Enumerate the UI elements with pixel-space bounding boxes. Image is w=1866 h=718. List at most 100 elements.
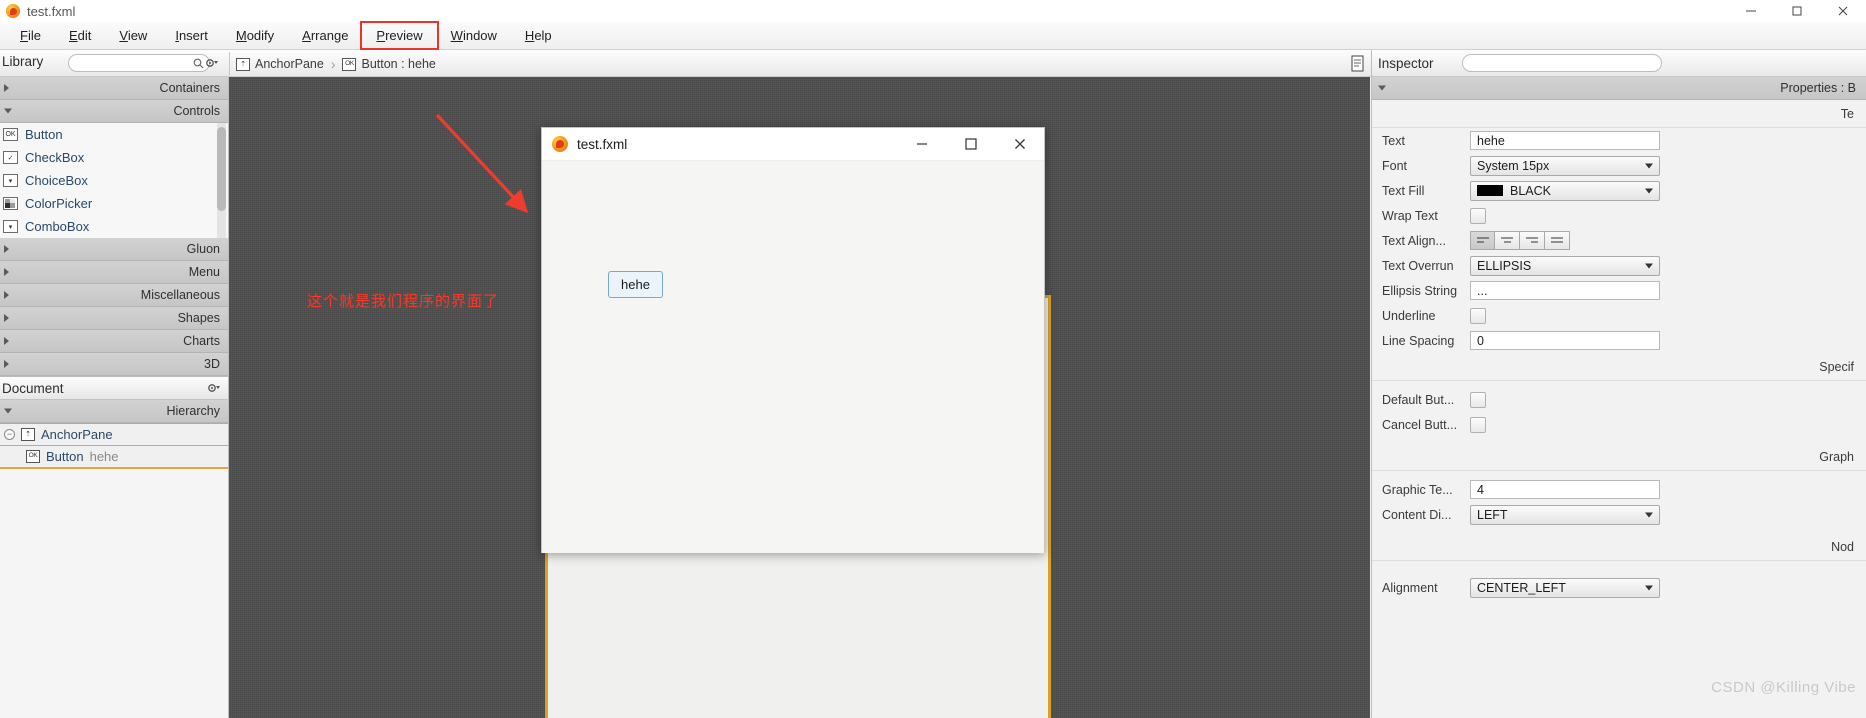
library-item-checkbox[interactable]: ✓ CheckBox — [0, 146, 228, 169]
prop-field-alignment[interactable]: CENTER_LEFT — [1470, 577, 1660, 598]
library-section-charts[interactable]: Charts — [0, 330, 228, 353]
library-section-miscellaneous[interactable]: Miscellaneous — [0, 284, 228, 307]
prop-field-font[interactable]: System 15px — [1470, 155, 1660, 176]
menu-insert[interactable]: Insert — [161, 24, 222, 47]
prop-field-ellipsis-string[interactable]: ... — [1470, 281, 1660, 300]
menu-help[interactable]: Help — [511, 24, 566, 47]
library-section-miscellaneous-label: Miscellaneous — [140, 288, 220, 302]
prop-row-alignment: Alignment CENTER_LEFT — [1372, 575, 1866, 600]
library-item-combobox[interactable]: ▾ ComboBox — [0, 215, 228, 238]
prop-label-line-spacing: Line Spacing — [1382, 333, 1455, 348]
colorpicker-icon — [3, 197, 18, 210]
prop-field-line-spacing[interactable]: 0 — [1470, 331, 1660, 350]
library-scrollbar-thumb[interactable] — [217, 127, 226, 211]
prop-row-content-display: Content Di... LEFT — [1372, 502, 1866, 527]
menu-edit[interactable]: Edit — [55, 24, 105, 47]
close-icon[interactable] — [1820, 0, 1866, 22]
library-section-controls[interactable]: Controls — [0, 100, 228, 123]
prop-label-graphic-text-gap: Graphic Te... — [1382, 482, 1453, 497]
tree-anchorpane-label: AnchorPane — [41, 427, 113, 442]
tree-row-anchorpane[interactable]: − ⇡ AnchorPane — [0, 423, 228, 445]
preview-maximize-icon[interactable] — [946, 128, 995, 161]
prop-checkbox-default-button[interactable] — [1470, 391, 1486, 408]
menu-view[interactable]: View — [105, 24, 161, 47]
breadcrumb: ⇡ AnchorPane › OK Button : hehe — [236, 54, 436, 74]
library-section-shapes[interactable]: Shapes — [0, 307, 228, 330]
watermark: CSDN @Killing Vibe — [1711, 679, 1856, 696]
prop-row-wrap-text: Wrap Text — [1372, 203, 1866, 228]
minimize-icon[interactable] — [1728, 0, 1774, 22]
library-section-shapes-label: Shapes — [177, 311, 220, 325]
collapse-icon[interactable]: − — [4, 429, 15, 440]
maximize-icon[interactable] — [1774, 0, 1820, 22]
prop-field-text-fill[interactable]: BLACK — [1470, 180, 1660, 201]
tree-button-label: Button — [46, 449, 84, 464]
breadcrumb-separator: › — [330, 56, 336, 72]
prop-field-text[interactable]: hehe — [1470, 131, 1660, 150]
menu-arrange[interactable]: Arrange — [288, 24, 362, 47]
library-item-choicebox[interactable]: ▾ ChoiceBox — [0, 169, 228, 192]
menu-modify[interactable]: Modify — [222, 24, 288, 47]
library-section-3d[interactable]: 3D — [0, 353, 228, 376]
prop-field-text-overrun[interactable]: ELLIPSIS — [1470, 255, 1660, 276]
ok-icon: OK — [26, 450, 40, 463]
align-left-icon[interactable] — [1470, 231, 1495, 250]
prop-row-text-fill: Text Fill BLACK — [1372, 178, 1866, 203]
document-title-label: Document — [2, 380, 64, 396]
prop-label-text-fill: Text Fill — [1382, 183, 1425, 198]
inspector-search-input[interactable] — [1461, 54, 1662, 72]
align-center-icon[interactable] — [1495, 231, 1520, 250]
library-section-menu[interactable]: Menu — [0, 261, 228, 284]
library-item-choicebox-label: ChoiceBox — [25, 173, 88, 188]
menubar: File Edit View Insert Modify Arrange Pre… — [0, 21, 1866, 50]
choicebox-icon: ▾ — [3, 174, 18, 187]
prop-field-content-display[interactable]: LEFT — [1470, 504, 1660, 525]
library-section-containers[interactable]: Containers — [0, 77, 228, 100]
chevron-right-icon — [4, 360, 9, 368]
prop-checkbox-underline[interactable] — [1470, 307, 1486, 324]
prop-row-line-spacing: Line Spacing 0 — [1372, 328, 1866, 353]
preview-close-icon[interactable] — [995, 128, 1044, 161]
prop-field-graphic-text-gap[interactable]: 4 — [1470, 480, 1660, 499]
menu-file[interactable]: File — [6, 24, 55, 47]
library-item-button[interactable]: OK Button — [0, 123, 228, 146]
preview-hehe-button[interactable]: hehe — [608, 271, 663, 298]
breadcrumb-item-anchorpane[interactable]: ⇡ AnchorPane — [236, 57, 324, 71]
prop-align-group — [1470, 231, 1570, 250]
chevron-right-icon — [4, 245, 9, 253]
menu-window[interactable]: Window — [437, 24, 511, 47]
window-titlebar: test.fxml — [0, 0, 1866, 22]
prop-row-text-align: Text Align... — [1372, 228, 1866, 253]
menu-file-label: ile — [27, 28, 41, 43]
chevron-down-icon — [4, 408, 12, 414]
inspector-title: Inspector — [1378, 55, 1434, 71]
library-section-gluon[interactable]: Gluon — [0, 238, 228, 261]
prop-value-font: System 15px — [1477, 158, 1550, 173]
document-section-hierarchy[interactable]: Hierarchy — [0, 400, 228, 423]
hierarchy-tree: − ⇡ AnchorPane OK Button hehe — [0, 423, 228, 469]
chevron-down-icon — [1378, 85, 1386, 91]
prop-checkbox-wrap-text[interactable] — [1470, 207, 1486, 224]
library-section-containers-label: Containers — [159, 81, 220, 95]
library-search-input[interactable] — [68, 54, 210, 72]
library-item-colorpicker[interactable]: ColorPicker — [0, 192, 228, 215]
menu-preview[interactable]: Preview — [360, 21, 439, 50]
inspector-properties-accordion[interactable]: Properties : B — [1372, 77, 1866, 100]
prop-checkbox-cancel-button[interactable] — [1470, 416, 1486, 433]
preview-minimize-icon[interactable] — [897, 128, 946, 161]
anchorpane-icon: ⇡ — [21, 428, 35, 441]
prop-value-text-overrun: ELLIPSIS — [1477, 258, 1532, 273]
inspector-section-specific: Specif — [1372, 353, 1866, 381]
align-right-icon[interactable] — [1520, 231, 1545, 250]
inspector-header: Inspector — [1372, 50, 1866, 77]
align-justify-icon[interactable] — [1545, 231, 1570, 250]
app-logo-icon — [6, 4, 20, 18]
document-gear-icon[interactable] — [207, 382, 220, 397]
preview-window[interactable]: test.fxml hehe — [541, 127, 1045, 553]
breadcrumb-item-button[interactable]: OK Button : hehe — [342, 57, 436, 71]
checkbox-icon: ✓ — [3, 151, 18, 164]
library-gear-icon[interactable] — [205, 55, 227, 71]
tree-row-button[interactable]: OK Button hehe — [0, 445, 228, 467]
document-icon[interactable] — [1350, 55, 1366, 73]
tree-button-sublabel: hehe — [89, 449, 119, 464]
